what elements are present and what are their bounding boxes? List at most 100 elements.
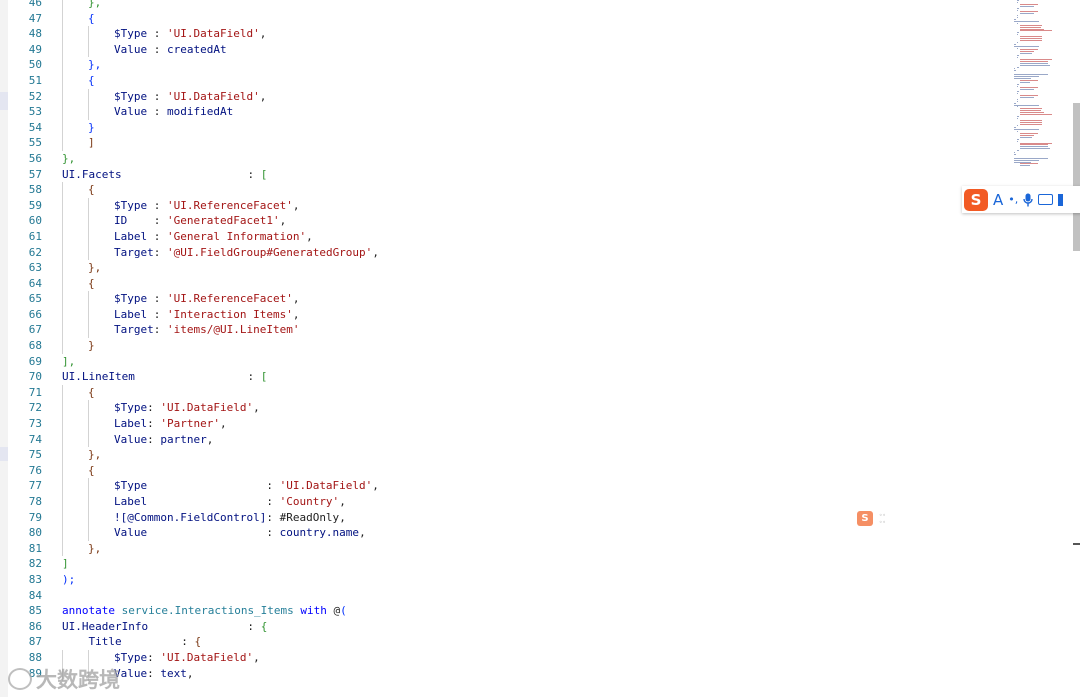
code-line[interactable]: 89 Value: text,	[0, 665, 1010, 682]
code-line[interactable]: 73 Label: 'Partner',	[0, 416, 1010, 432]
minimap-line	[1020, 123, 1043, 125]
minimap-line	[1017, 106, 1018, 108]
code-line[interactable]: 75},	[0, 447, 1010, 463]
code-line[interactable]: 46},	[0, 0, 1010, 11]
code-line[interactable]: 87 Title : {	[0, 634, 1010, 650]
indent-guide	[62, 525, 63, 541]
code-line[interactable]: 51 {	[0, 72, 1010, 89]
minimap-line	[1014, 161, 1031, 163]
code-line[interactable]: 53 Value : modifiedAt	[0, 104, 1010, 120]
code-line[interactable]: 59 $Type : 'UI.ReferenceFacet',	[0, 197, 1010, 214]
line-number: 68	[28, 339, 42, 353]
code-line[interactable]: 47 {	[0, 10, 1010, 27]
code-line[interactable]: 86 UI.HeaderInfo : {	[0, 619, 1010, 635]
code-token: Value	[114, 432, 148, 446]
code-line[interactable]: 83);	[0, 572, 1010, 588]
code-token: :	[147, 495, 280, 508]
code-line[interactable]: 78 Label : 'Country',	[0, 494, 1010, 510]
mic-icon[interactable]	[1023, 193, 1033, 207]
code-token: }	[88, 339, 95, 353]
code-line[interactable]: 50},	[0, 57, 1010, 73]
code-line[interactable]: 84	[0, 588, 1010, 604]
code-line[interactable]: 80 Value : country.name,	[0, 525, 1010, 541]
code-text: ]	[88, 135, 95, 151]
code-line[interactable]: 88 $Type: 'UI.DataField',	[0, 649, 1010, 666]
code-token: :	[147, 292, 167, 306]
code-line[interactable]: 49 Value : createdAt	[0, 41, 1010, 58]
code-line[interactable]: 54}	[0, 119, 1010, 136]
code-line[interactable]: 67 Target: 'items/@UI.LineItem'	[0, 322, 1010, 339]
minimap-line	[1017, 34, 1018, 36]
code-token: ,	[292, 307, 300, 321]
code-token: },	[88, 541, 102, 555]
code-line[interactable]: 77 $Type : 'UI.DataField',	[0, 478, 1010, 494]
code-text: );	[62, 572, 75, 588]
code-line[interactable]: 63},	[0, 260, 1010, 276]
input-mode-button[interactable]: A	[993, 191, 1003, 209]
code-token: ,	[219, 417, 227, 431]
indent-guide	[62, 400, 63, 417]
minimap[interactable]	[1006, 0, 1070, 175]
code-line[interactable]: 74 Value: partner,	[0, 431, 1010, 448]
code-line[interactable]: 69],	[0, 354, 1010, 370]
code-line[interactable]: 71 {	[0, 384, 1010, 401]
minimap-line	[1020, 13, 1035, 15]
code-line[interactable]: 52 $Type : 'UI.DataField',	[0, 88, 1010, 105]
code-lines[interactable]: 46}, 47{48 $Type : 'UI.DataField', 49 Value …	[0, 0, 1010, 682]
indent-guide	[62, 41, 63, 58]
code-line[interactable]: 65 $Type : 'UI.ReferenceFacet',	[0, 291, 1010, 307]
floating-ime-icon[interactable]: S	[857, 511, 873, 526]
code-line[interactable]: 76 {	[0, 462, 1010, 479]
floating-ime-dots-icon: ◦◦ ◦◦	[879, 512, 887, 526]
code-line[interactable]: 70 UI.LineItem : [	[0, 369, 1010, 385]
code-token: :	[147, 198, 167, 212]
code-line[interactable]: 55]	[0, 135, 1010, 151]
indent-guide	[62, 540, 63, 557]
code-editor[interactable]: 46}, 47{48 $Type : 'UI.DataField', 49 Value …	[0, 0, 1080, 697]
minimap-line	[1020, 136, 1032, 138]
minimap-line	[1017, 150, 1019, 152]
more-icon[interactable]	[1058, 193, 1064, 206]
code-line[interactable]: 64 {	[0, 275, 1010, 292]
code-token: $Type	[114, 27, 148, 41]
code-line[interactable]: 60 ID : 'GeneratedFacet1',	[0, 213, 1010, 229]
code-line[interactable]: 61 Label : 'General Information',	[0, 228, 1010, 245]
code-token: createdAt	[167, 42, 227, 56]
code-line[interactable]: 48 $Type : 'UI.DataField',	[0, 26, 1010, 42]
indent-guide	[88, 306, 89, 323]
code-line[interactable]: 62 Target: '@UI.FieldGroup#GeneratedGroup…	[0, 244, 1010, 261]
minimap-line	[1020, 30, 1052, 32]
ime-toolbar[interactable]: S A •,	[962, 186, 1080, 213]
code-line[interactable]: 56},	[0, 151, 1010, 167]
minimap-line	[1020, 108, 1043, 110]
minimap-line	[1020, 28, 1044, 30]
code-text: }	[88, 338, 95, 354]
code-token: }	[88, 120, 95, 134]
sogou-logo-icon[interactable]: S	[964, 188, 988, 211]
code-line[interactable]: 68}	[0, 338, 1010, 354]
code-line[interactable]: 58 {	[0, 182, 1010, 198]
code-token: {	[88, 183, 95, 197]
scrollbar-thumb[interactable]	[1073, 103, 1080, 251]
indent-guide	[88, 291, 89, 307]
code-text: $Type : 'UI.ReferenceFacet',	[114, 198, 299, 214]
code-line[interactable]: 85 annotate service.Interactions_Items wi…	[0, 603, 1010, 619]
code-line[interactable]: 57 UI.Facets : [	[0, 167, 1010, 183]
code-token: @	[326, 604, 341, 618]
code-line[interactable]: 72 $Type: 'UI.DataField',	[0, 400, 1010, 417]
keyboard-icon[interactable]	[1038, 194, 1054, 205]
line-number: 86	[28, 619, 42, 633]
minimap-line	[1017, 55, 1019, 57]
minimap-line	[1017, 91, 1019, 93]
code-line[interactable]: 82]	[0, 556, 1010, 572]
minimap-line	[1020, 81, 1030, 83]
code-token: {	[88, 276, 95, 290]
minimap-line	[1017, 47, 1018, 49]
code-token: },	[88, 261, 102, 275]
code-line[interactable]: 66 Label : 'Interaction Items',	[0, 306, 1010, 323]
code-text: Value: partner,	[114, 432, 213, 448]
minimap-line	[1020, 110, 1041, 112]
code-line[interactable]: 81},	[0, 540, 1010, 557]
punctuation-button[interactable]: •,	[1008, 193, 1018, 206]
